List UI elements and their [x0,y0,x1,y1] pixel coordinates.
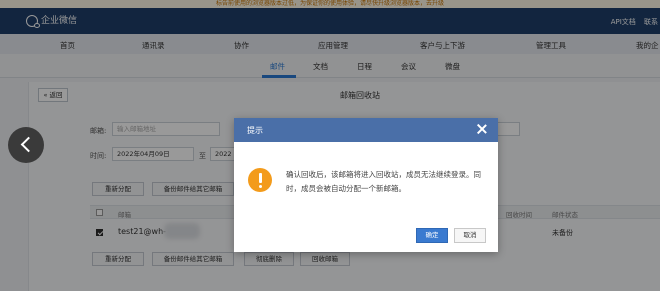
dialog-message: 确认回收后，该邮箱将进入回收站，成员无法继续登录。同时，成员会被自动分配一个新邮… [286,170,481,193]
cancel-button[interactable]: 取消 [454,228,486,243]
confirm-button[interactable]: 确定 [416,228,448,243]
warning-icon [248,168,272,192]
close-icon[interactable] [476,123,488,135]
chevron-left-icon[interactable] [8,127,44,163]
dialog-header: 提示 [234,118,498,142]
confirm-dialog: 提示 确认回收后，该邮箱将进入回收站，成员无法继续登录。同时，成员会被自动分配一… [234,118,498,252]
dialog-title: 提示 [247,126,263,135]
